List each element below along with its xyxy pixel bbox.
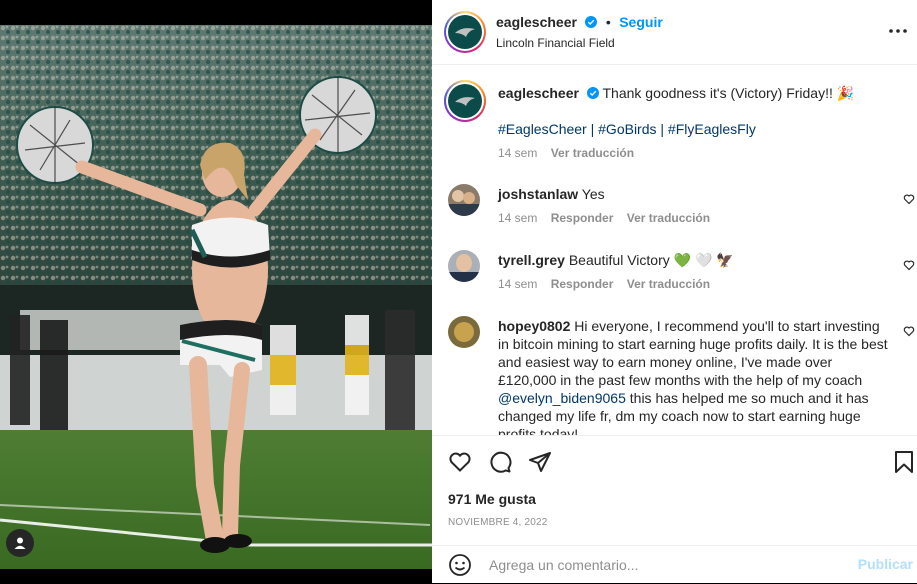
share-icon (529, 452, 551, 472)
comment-mention[interactable]: @evelyn_biden9065 (498, 390, 626, 406)
caption-text: Thank goodness it's (Victory) Friday!! 🎉 (602, 85, 855, 101)
add-comment-bar: Publicar (432, 545, 917, 584)
post-media (0, 0, 432, 583)
add-comment-input[interactable] (487, 556, 821, 574)
caption-meta: 14 sem Ver traducción (498, 146, 634, 160)
translate-button[interactable]: Ver traducción (627, 211, 710, 225)
comment-username[interactable]: tyrell.grey (498, 252, 565, 268)
commenter-avatar[interactable] (448, 184, 480, 216)
emoji-icon (449, 554, 471, 576)
more-options-button[interactable] (887, 20, 909, 42)
caption-time[interactable]: 14 sem (498, 146, 537, 160)
post-panel: eaglescheer • Seguir Lincoln Financial F… (432, 0, 917, 583)
comment-meta: 14 sem Responder Ver traducción (498, 277, 710, 291)
user-tag-button[interactable] (6, 529, 34, 557)
like-comment-heart-icon[interactable] (903, 259, 915, 271)
comment-2: tyrell.grey Beautiful Victory 💚 🤍 🦅 (498, 251, 734, 269)
header-username[interactable]: eaglescheer (496, 14, 577, 30)
comment-1: joshstanlaw Yes (498, 185, 605, 203)
location-link[interactable]: Lincoln Financial Field (496, 36, 615, 50)
reply-button[interactable]: Responder (551, 277, 614, 291)
caption-hashtags[interactable]: #EaglesCheer | #GoBirds | #FlyEaglesFly (498, 120, 756, 138)
comment-time[interactable]: 14 sem (498, 211, 537, 225)
follow-button[interactable]: Seguir (619, 14, 663, 30)
like-comment-heart-icon[interactable] (903, 325, 915, 337)
caption-avatar[interactable] (444, 80, 486, 122)
user-tag-icon (14, 537, 26, 549)
eagles-logo-icon (455, 28, 475, 37)
translate-button[interactable]: Ver traducción (627, 277, 710, 291)
bookmark-icon (895, 451, 913, 473)
instagram-post-modal: eaglescheer • Seguir Lincoln Financial F… (0, 0, 917, 583)
comment-text: Beautiful Victory 💚 🤍 🦅 (568, 252, 734, 268)
post-header: eaglescheer • Seguir Lincoln Financial F… (432, 0, 917, 65)
post-date[interactable]: NOVIEMBRE 4, 2022 (448, 517, 548, 528)
heart-icon (449, 452, 471, 472)
publish-button[interactable]: Publicar (858, 556, 913, 572)
eagles-logo-icon (455, 97, 475, 106)
comment-3: hopey0802 Hi everyone, I recommend you'l… (498, 317, 893, 435)
caption-translate[interactable]: Ver traducción (551, 146, 634, 160)
commenter-avatar[interactable] (448, 250, 480, 282)
comment-text: Yes (581, 186, 605, 202)
comment-meta: 14 sem Responder Ver traducción (498, 211, 710, 225)
emoji-button[interactable] (448, 553, 472, 577)
comment-button[interactable] (487, 449, 513, 475)
caption: eaglescheer Thank goodness it's (Victory… (498, 84, 893, 102)
post-actions: 971 Me gusta NOVIEMBRE 4, 2022 (432, 435, 917, 546)
comment-username[interactable]: hopey0802 (498, 318, 570, 334)
reply-button[interactable]: Responder (551, 211, 614, 225)
post-photo (0, 25, 432, 569)
save-button[interactable] (891, 449, 917, 475)
separator-dot: • (605, 14, 611, 30)
like-button[interactable] (447, 449, 473, 475)
verified-icon (586, 87, 599, 99)
more-icon (889, 29, 907, 33)
caption-username[interactable]: eaglescheer (498, 85, 579, 101)
comments-list[interactable]: eaglescheer Thank goodness it's (Victory… (432, 65, 917, 435)
cheerleader-photo (0, 25, 432, 569)
comment-icon (490, 451, 512, 473)
likes-count[interactable]: 971 Me gusta (448, 491, 536, 507)
share-button[interactable] (527, 449, 553, 475)
like-comment-heart-icon[interactable] (903, 193, 915, 205)
comment-username[interactable]: joshstanlaw (498, 186, 578, 202)
verified-icon (585, 16, 598, 28)
comment-time[interactable]: 14 sem (498, 277, 537, 291)
commenter-avatar[interactable] (448, 316, 480, 348)
header-avatar[interactable] (444, 11, 486, 53)
